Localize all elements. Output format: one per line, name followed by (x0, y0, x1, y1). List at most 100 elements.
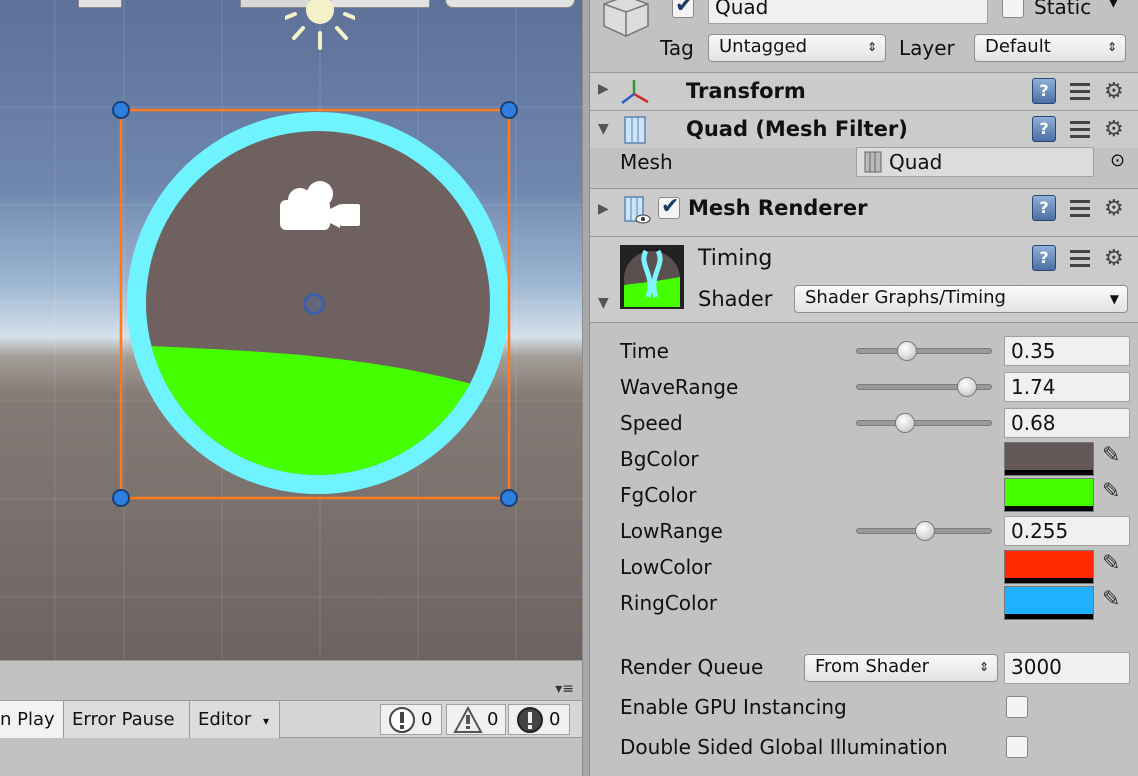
property-slider[interactable] (856, 420, 992, 426)
static-checkbox[interactable] (1002, 0, 1024, 18)
scene-view[interactable] (0, 0, 582, 660)
foldout-collapsed-icon[interactable]: ▶ (598, 81, 609, 97)
presets-icon[interactable] (1068, 196, 1092, 220)
pivot-handle[interactable] (303, 293, 325, 315)
tag-dropdown[interactable]: Untagged ⇕ (708, 34, 886, 62)
property-slider[interactable] (856, 348, 992, 354)
alpha-bar (1005, 506, 1093, 511)
eyedropper-icon[interactable]: ✎ (1102, 551, 1120, 576)
material-preview-icon (620, 245, 684, 309)
property-label: Speed (620, 411, 683, 435)
log-count-toggle[interactable]: 0 (380, 704, 442, 735)
error-count-toggle[interactable]: 0 (508, 704, 570, 735)
gear-icon[interactable]: ⚙ (1104, 79, 1132, 104)
updown-icon: ⇕ (978, 660, 989, 674)
object-picker-icon[interactable]: ⊙ (1110, 150, 1125, 171)
camera-icon[interactable] (278, 178, 362, 236)
chevron-down-icon: ▼ (1109, 292, 1119, 306)
warning-count-toggle[interactable]: 0 (446, 704, 506, 735)
alpha-bar (1005, 470, 1093, 475)
mesh-renderer-enabled-checkbox[interactable]: ✔ (658, 194, 680, 219)
presets-icon[interactable] (1068, 79, 1092, 103)
color-swatch[interactable] (1004, 478, 1094, 512)
inspector-panel: ✔ Quad Static ▼ Tag Untagged ⇕ Layer Defa… (590, 0, 1138, 776)
eyedropper-icon[interactable]: ✎ (1102, 587, 1120, 612)
help-icon[interactable]: ? (1032, 116, 1056, 142)
alpha-bar (1005, 578, 1093, 583)
property-label: Time (620, 339, 669, 363)
mesh-renderer-component-header[interactable]: ▶ ✔ Mesh Renderer ? ⚙ (590, 188, 1138, 236)
log-count: 0 (421, 709, 433, 730)
gear-icon[interactable]: ⚙ (1104, 196, 1132, 221)
object-name-input[interactable]: Quad (708, 0, 988, 24)
double-sided-gi-label: Double Sided Global Illumination (620, 735, 948, 759)
mesh-object-field[interactable]: Quad (856, 147, 1094, 177)
layer-label: Layer (899, 36, 955, 60)
console-log-area[interactable] (0, 739, 582, 776)
render-queue-mode: From Shader (815, 656, 930, 677)
property-value-input[interactable]: 1.74 (1004, 372, 1130, 402)
help-icon[interactable]: ? (1032, 78, 1056, 104)
property-label: FgColor (620, 483, 697, 507)
foldout-collapsed-icon[interactable]: ▶ (598, 201, 609, 217)
gear-icon[interactable]: ⚙ (1104, 246, 1132, 271)
transform-title: Transform (686, 79, 806, 103)
gear-icon[interactable]: ⚙ (1104, 117, 1132, 142)
eyedropper-icon[interactable]: ✎ (1102, 479, 1120, 504)
panel-splitter[interactable] (582, 0, 590, 776)
property-value-input[interactable]: 0.255 (1004, 516, 1130, 546)
rect-handle-bottom-left[interactable] (112, 489, 130, 507)
editor-dropdown[interactable]: Editor ▾ (190, 701, 280, 738)
help-icon[interactable]: ? (1032, 195, 1056, 221)
color-swatch[interactable] (1004, 586, 1094, 620)
property-value-input[interactable]: 0.35 (1004, 336, 1130, 366)
rect-handle-top-right[interactable] (500, 101, 518, 119)
editor-dropdown-label: Editor (198, 709, 252, 730)
render-queue-dropdown[interactable]: From Shader ⇕ (804, 654, 998, 682)
slider-thumb[interactable] (895, 413, 916, 433)
layer-dropdown[interactable]: Default ⇕ (974, 34, 1126, 62)
color-swatch[interactable] (1004, 550, 1094, 584)
help-icon[interactable]: ? (1032, 245, 1056, 271)
shader-dropdown[interactable]: Shader Graphs/Timing ▼ (794, 285, 1128, 313)
render-queue-input[interactable]: 3000 (1004, 652, 1130, 684)
property-label: BgColor (620, 447, 699, 471)
eyedropper-icon[interactable]: ✎ (1102, 443, 1120, 468)
presets-icon[interactable] (1068, 246, 1092, 270)
tag-value: Untagged (719, 36, 808, 57)
rect-handle-bottom-right[interactable] (500, 489, 518, 507)
info-icon (389, 706, 415, 733)
mesh-filter-component-header[interactable]: ▼ Quad (Mesh Filter) ? ⚙ (590, 110, 1138, 148)
mesh-renderer-title: Mesh Renderer (688, 196, 868, 220)
presets-icon[interactable] (1068, 117, 1092, 141)
transform-component-header[interactable]: ▶ Transform ? ⚙ (590, 72, 1138, 110)
warning-count: 0 (487, 709, 499, 730)
mesh-value: Quad (889, 150, 943, 174)
double-sided-gi-checkbox[interactable] (1006, 736, 1028, 758)
quad-object[interactable] (0, 0, 582, 660)
layer-value: Default (985, 36, 1051, 57)
property-label: WaveRange (620, 375, 739, 399)
property-value-input[interactable]: 0.68 (1004, 408, 1130, 438)
static-dropdown-arrow[interactable]: ▼ (1108, 0, 1119, 10)
warning-icon (453, 705, 483, 733)
rect-handle-top-left[interactable] (112, 101, 130, 119)
error-pause-toggle[interactable]: Error Pause (64, 701, 190, 738)
foldout-expanded-icon[interactable]: ▼ (598, 295, 609, 311)
console-toolbar: n Play Error Pause Editor ▾ 0 0 0 (0, 700, 582, 738)
panel-menu-icon[interactable]: ▾≡ (555, 681, 574, 697)
slider-thumb[interactable] (956, 377, 977, 397)
material-name: Timing (698, 246, 773, 271)
color-swatch[interactable] (1004, 442, 1094, 476)
material-header[interactable]: ▼ Timing ? ⚙ Shader Shader Graphs/Timing… (590, 236, 1138, 322)
slider-thumb[interactable] (896, 341, 917, 361)
clear-on-play-toggle[interactable]: n Play (0, 701, 64, 738)
mesh-label: Mesh (620, 150, 673, 174)
tag-label: Tag (660, 36, 694, 60)
gpu-instancing-checkbox[interactable] (1006, 696, 1028, 718)
foldout-expanded-icon[interactable]: ▼ (598, 121, 609, 137)
mesh-filter-icon (624, 116, 646, 144)
active-checkbox[interactable]: ✔ (672, 0, 694, 18)
slider-thumb[interactable] (915, 521, 936, 541)
shader-value: Shader Graphs/Timing (805, 287, 1006, 308)
